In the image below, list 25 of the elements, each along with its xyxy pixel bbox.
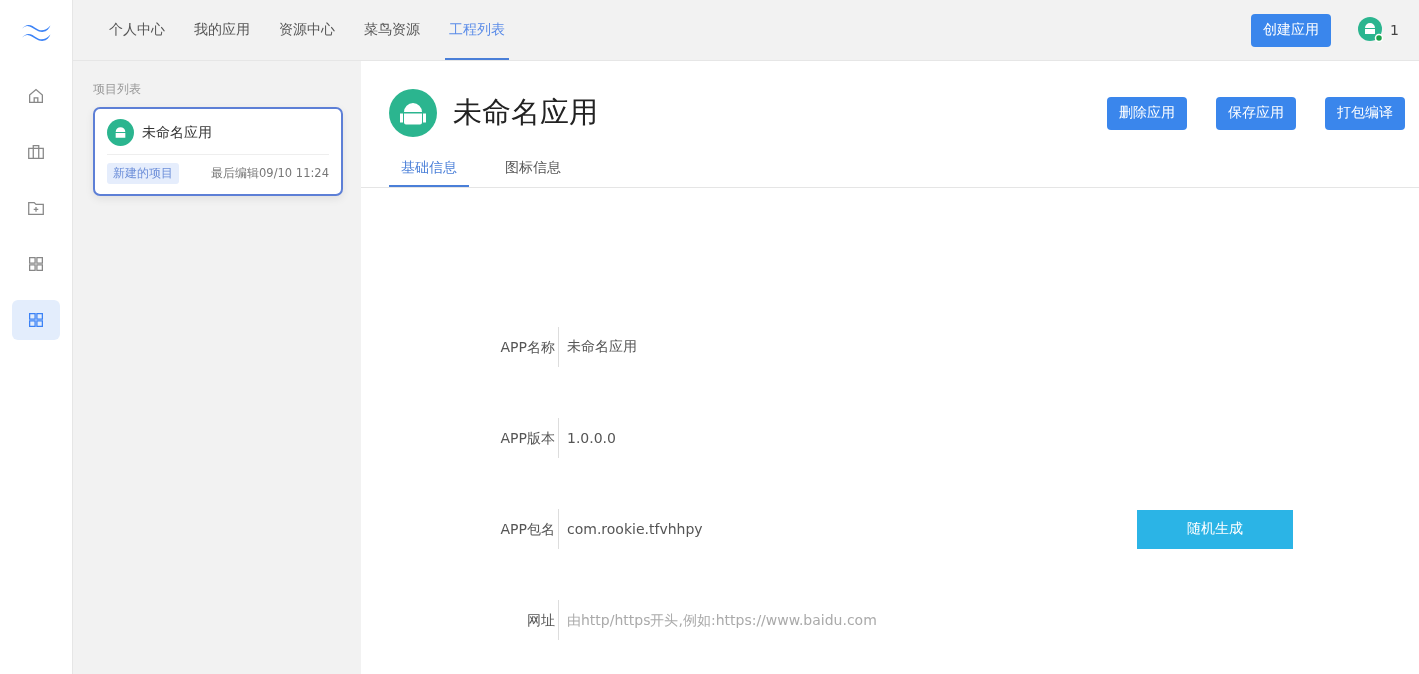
android-app-icon bbox=[389, 89, 437, 137]
create-app-button[interactable]: 创建应用 bbox=[1251, 13, 1332, 47]
action-button[interactable]: 打包编译 bbox=[1325, 96, 1405, 130]
briefcase-icon bbox=[26, 142, 46, 162]
nav-tab[interactable]: 我的应用 bbox=[190, 0, 254, 60]
grid-icon bbox=[26, 310, 46, 330]
status-tag: 新建的项目 bbox=[107, 163, 179, 184]
project-name: 未命名应用 bbox=[142, 123, 212, 142]
action-button[interactable]: 删除应用 bbox=[1107, 96, 1187, 130]
last-edited-text: 最后编辑09/10 11:24 bbox=[211, 166, 329, 181]
nav-tab[interactable]: 菜鸟资源 bbox=[360, 0, 424, 60]
tab[interactable]: 基础信息 bbox=[389, 159, 469, 187]
nav-tab[interactable]: 个人中心 bbox=[105, 0, 169, 60]
nav-tab[interactable]: 资源中心 bbox=[275, 0, 339, 60]
project-card[interactable]: 未命名应用 新建的项目 最后编辑09/10 11:24 bbox=[93, 107, 343, 196]
android-app-icon bbox=[107, 119, 134, 146]
home-icon bbox=[26, 86, 46, 106]
action-button[interactable]: 保存应用 bbox=[1216, 96, 1296, 130]
grid-icon bbox=[26, 254, 46, 274]
app-title: 未命名应用 bbox=[453, 94, 598, 131]
user-count: 1 bbox=[1390, 22, 1399, 38]
android-avatar-icon bbox=[1357, 16, 1386, 44]
rail-button[interactable] bbox=[12, 300, 60, 340]
tab[interactable]: 图标信息 bbox=[493, 159, 573, 187]
panel-title: 项目列表 bbox=[93, 81, 142, 98]
